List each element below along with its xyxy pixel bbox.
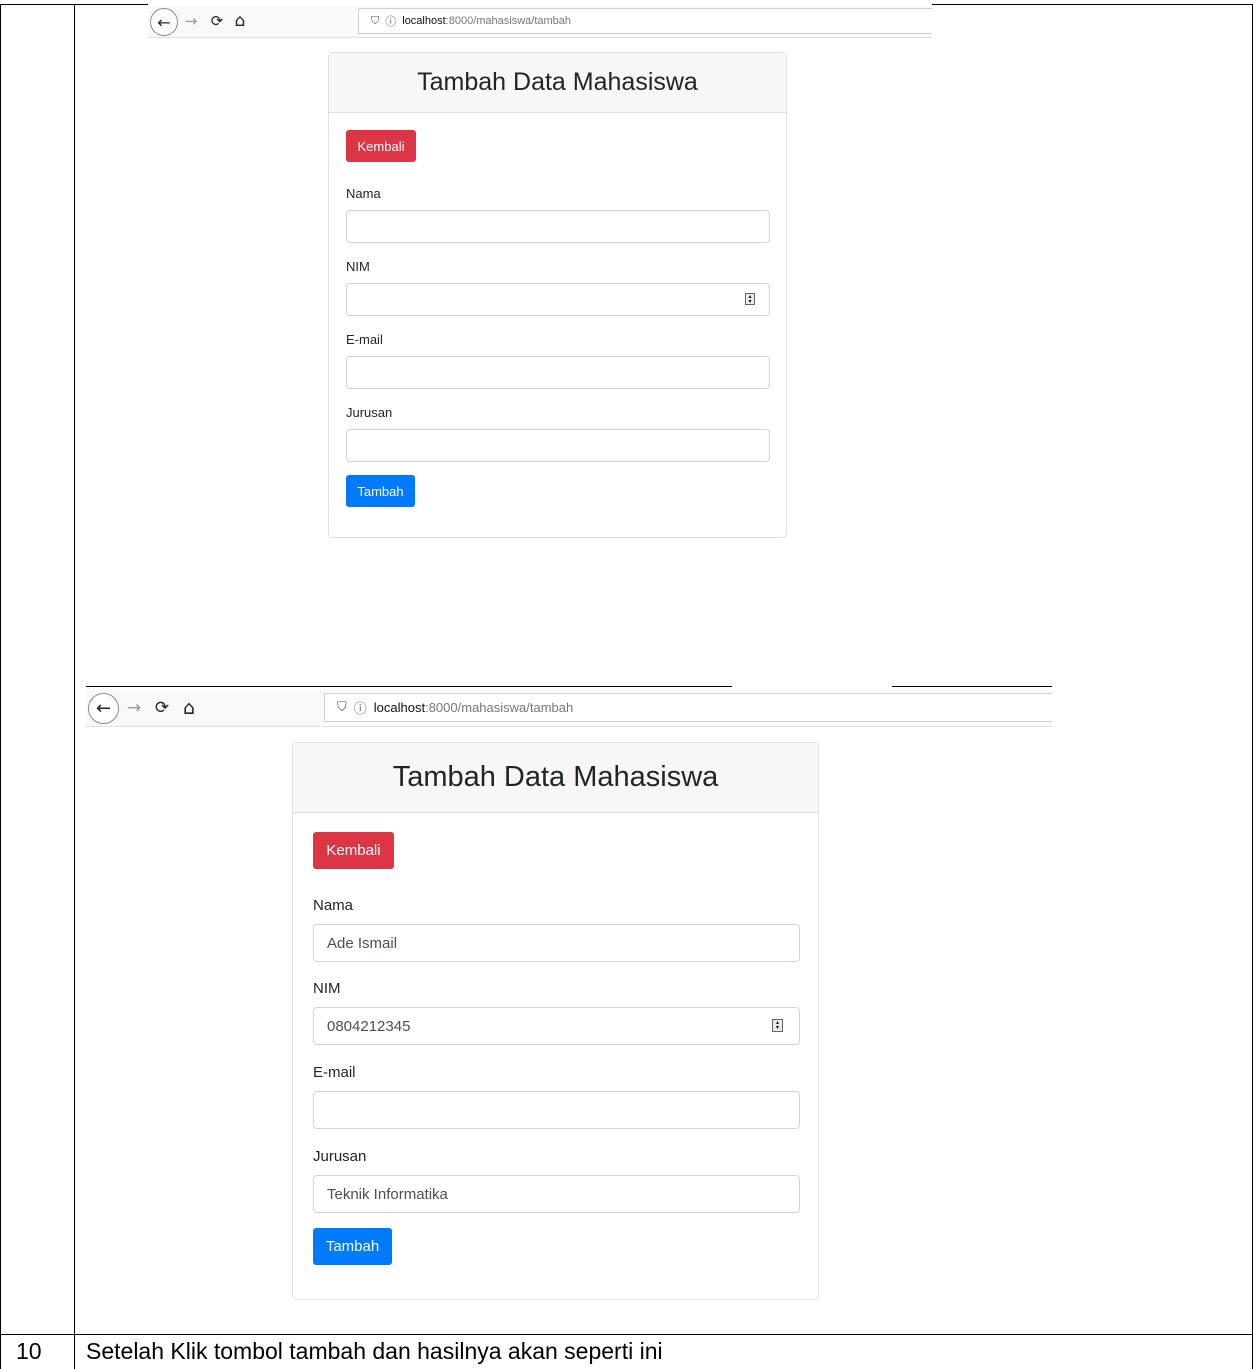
- address-bar[interactable]: ⛉ ⓘ localhost:8000/mahasiswa/tambah: [358, 8, 932, 34]
- address-bar[interactable]: ⛉ ⓘ localhost:8000/mahasiswa/tambah: [324, 693, 1052, 722]
- jurusan-input[interactable]: Teknik Informatika: [313, 1175, 800, 1213]
- screenshot-top-line-right: [892, 686, 1052, 687]
- browser-toolbar: ← → ⟳ ⌂ ⛉ ⓘ localhost:8000/mahasiswa/tam…: [148, 5, 932, 38]
- reload-icon[interactable]: ⟳: [206, 8, 228, 34]
- nim-label: NIM: [346, 259, 370, 274]
- jurusan-label: Jurusan: [313, 1148, 367, 1165]
- email-label: E-mail: [346, 332, 383, 347]
- tambah-button[interactable]: Tambah: [346, 475, 415, 507]
- jurusan-label: Jurusan: [346, 405, 393, 420]
- kembali-button[interactable]: Kembali: [313, 832, 394, 869]
- nim-label: NIM: [313, 980, 341, 997]
- home-icon[interactable]: ⌂: [176, 693, 202, 722]
- url-text: localhost:8000/mahasiswa/tambah: [402, 15, 572, 27]
- table-border-left: [0, 4, 1, 1369]
- nim-input[interactable]: 0804212345: [313, 1007, 800, 1045]
- jurusan-input[interactable]: [346, 429, 770, 462]
- nama-label: Nama: [346, 186, 381, 201]
- nama-label: Nama: [313, 897, 354, 914]
- url-text: localhost:8000/mahasiswa/tambah: [373, 700, 574, 715]
- table-border-row: [0, 1334, 1253, 1335]
- card-header: Tambah Data Mahasiswa: [329, 53, 786, 113]
- card-header: Tambah Data Mahasiswa: [293, 743, 818, 813]
- row-description: Setelah Klik tombol tambah dan hasilnya …: [86, 1338, 663, 1364]
- table-border-column: [74, 4, 75, 1369]
- browser-toolbar: ← → ⟳ ⌂ ⛉ ⓘ localhost:8000/mahasiswa/tam…: [86, 690, 1052, 727]
- back-icon[interactable]: ←: [150, 8, 178, 36]
- form-card-empty: Tambah Data Mahasiswa Kembali Nama NIM ▴…: [328, 52, 787, 538]
- shield-icon: ⛉: [337, 700, 347, 715]
- forward-icon[interactable]: →: [180, 8, 202, 34]
- email-label: E-mail: [313, 1064, 356, 1081]
- row-number: 10: [16, 1338, 42, 1364]
- nama-input[interactable]: Ade Ismail: [313, 924, 800, 962]
- screenshot-top-line: [86, 686, 732, 687]
- spinner-icon[interactable]: ▴ ▾: [745, 293, 755, 305]
- email-input[interactable]: [346, 356, 770, 389]
- forward-icon[interactable]: →: [122, 693, 146, 722]
- spinner-icon[interactable]: ▴ ▾: [772, 1019, 783, 1032]
- info-icon: ⓘ: [353, 702, 367, 717]
- table-border-top-right: [932, 4, 1253, 5]
- reload-icon[interactable]: ⟳: [150, 693, 174, 722]
- home-icon[interactable]: ⌂: [228, 8, 252, 34]
- email-input[interactable]: [313, 1091, 800, 1129]
- tambah-button[interactable]: Tambah: [313, 1228, 392, 1265]
- nama-input[interactable]: [346, 210, 770, 243]
- kembali-button[interactable]: Kembali: [346, 130, 416, 162]
- info-icon: ⓘ: [385, 15, 397, 28]
- nim-input[interactable]: [346, 283, 770, 316]
- shield-icon: ⛉: [371, 14, 380, 27]
- form-card-filled: Tambah Data Mahasiswa Kembali Nama Ade I…: [292, 742, 819, 1300]
- back-icon[interactable]: ←: [88, 693, 119, 724]
